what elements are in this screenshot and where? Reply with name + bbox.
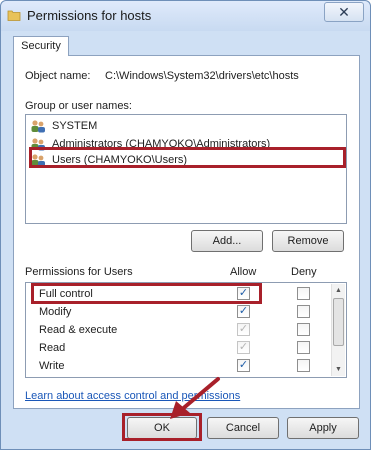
permissions-label: Permissions for Users [25,266,133,278]
deny-checkbox-write[interactable] [297,359,310,372]
user-item-system[interactable]: SYSTEM [30,118,97,134]
close-button[interactable]: ✕ [324,2,364,22]
deny-checkbox-read-execute[interactable] [297,323,310,336]
title-bar: Permissions for hosts ✕ [1,1,370,31]
folder-icon [7,10,21,21]
scroll-up-icon[interactable]: ▲ [332,284,345,297]
add-button[interactable]: Add... [191,230,263,252]
allow-checkbox-read-execute[interactable]: ✓ [237,323,250,336]
permissions-dialog: Permissions for hosts ✕ Security Object … [0,0,371,450]
tab-security[interactable]: Security [13,36,69,56]
allow-checkbox-write[interactable]: ✓ [237,359,250,372]
full-control-highlight-box [31,283,262,304]
perm-row-write: Write [39,360,65,372]
scroll-thumb[interactable] [333,298,344,346]
deny-checkbox-full-control[interactable] [297,287,310,300]
perm-row-modify: Modify [39,306,72,318]
scroll-down-icon[interactable]: ▼ [332,363,345,376]
deny-checkbox-modify[interactable] [297,305,310,318]
deny-checkbox-read[interactable] [297,341,310,354]
pointer-arrow-icon [170,377,220,419]
allow-checkbox-read[interactable]: ✓ [237,341,250,354]
users-icon [31,120,45,133]
perm-row-read-execute: Read & execute [39,324,118,336]
object-name-value: C:\Windows\System32\drivers\etc\hosts [105,70,299,82]
permissions-scrollbar[interactable]: ▲ ▼ [331,284,345,376]
allow-checkbox-modify[interactable]: ✓ [237,305,250,318]
user-item-label: SYSTEM [52,120,98,132]
deny-header: Deny [291,266,317,278]
allow-header: Allow [230,266,257,278]
perm-row-read: Read [39,342,66,354]
apply-button[interactable]: Apply [287,417,359,439]
window-title: Permissions for hosts [27,8,152,23]
user-list: SYSTEM Administrators (CHAMYOKO\Administ… [25,114,347,224]
object-name-label: Object name: [25,70,91,82]
group-names-label: Group or user names: [25,100,132,112]
users-highlight-box [29,147,346,168]
remove-button[interactable]: Remove [272,230,344,252]
